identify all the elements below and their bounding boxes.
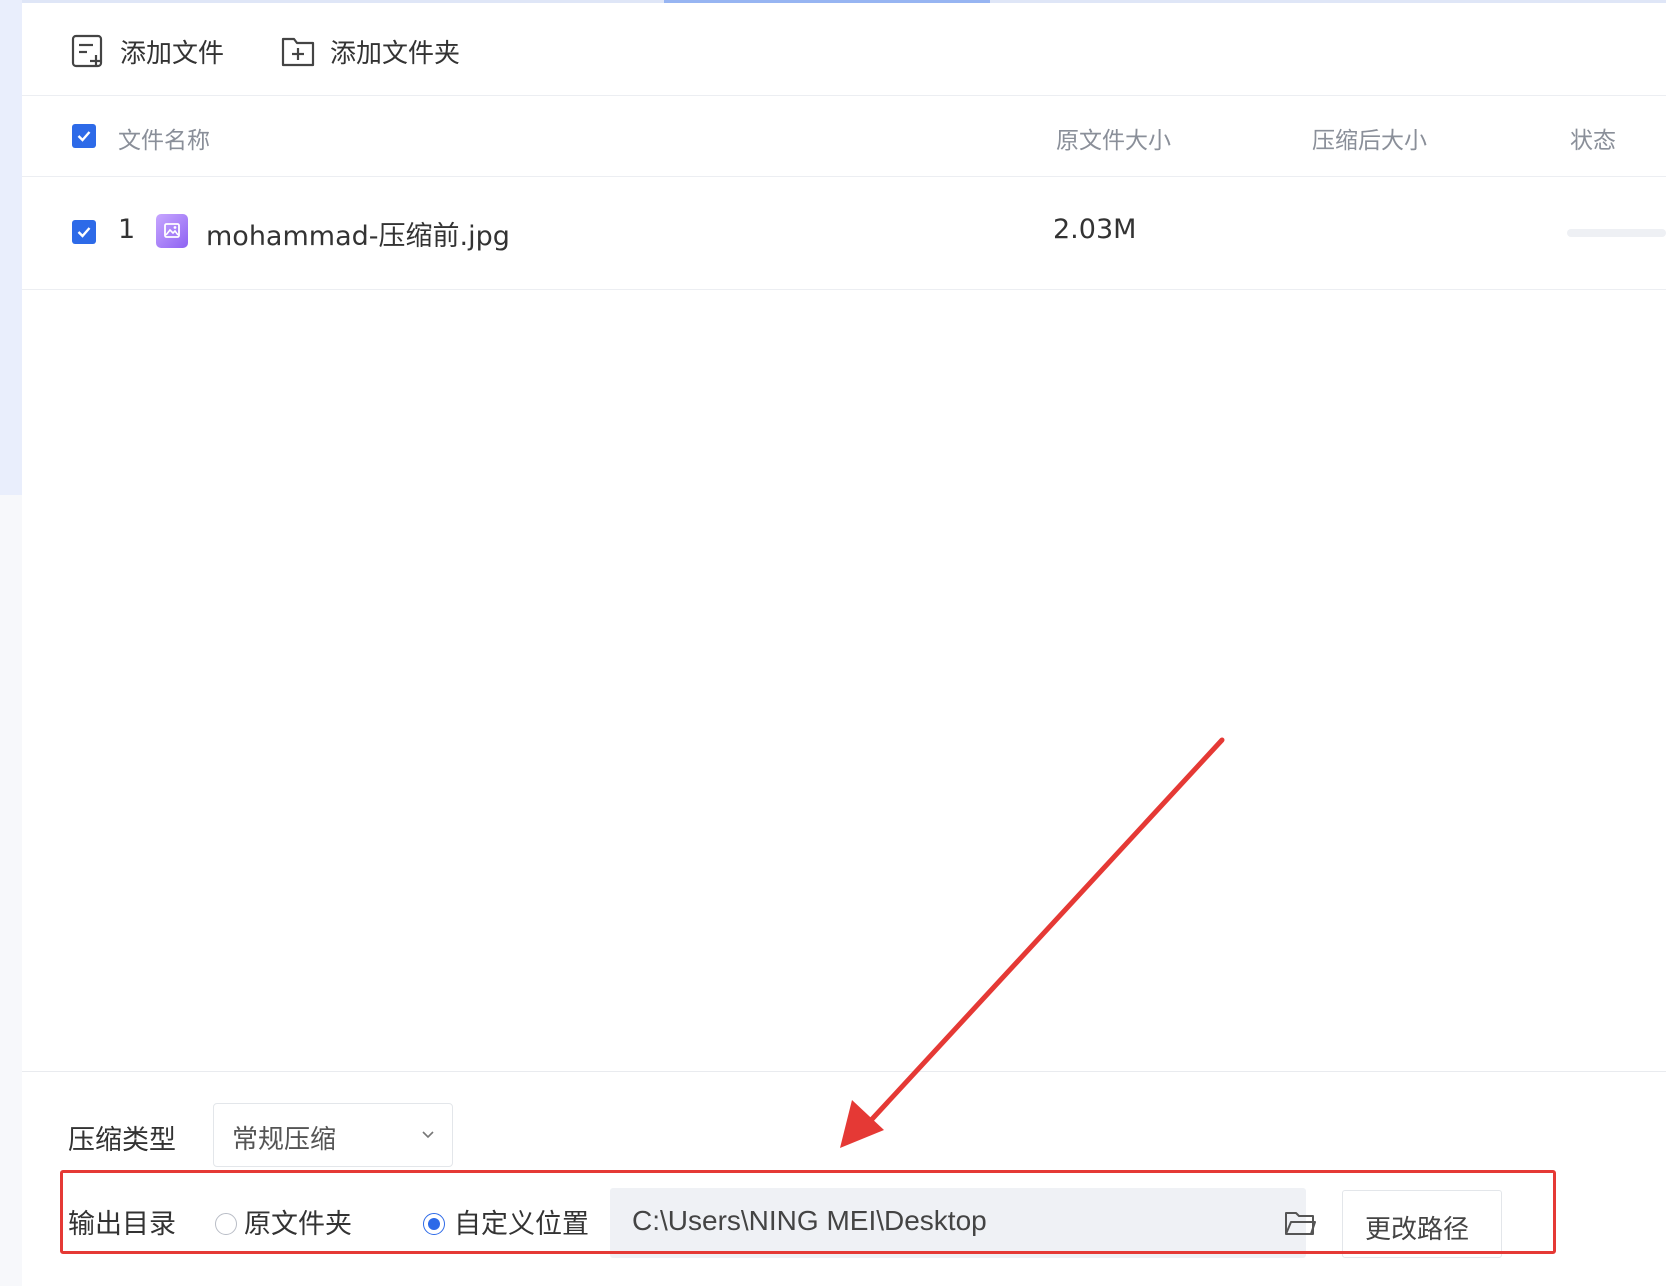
status-progress-bar	[1567, 229, 1666, 237]
change-path-label: 更改路径	[1365, 1215, 1470, 1245]
radio-custom-location[interactable]	[423, 1213, 445, 1235]
compression-type-label: 压缩类型	[68, 1125, 176, 1156]
compression-type-select[interactable]: 常规压缩	[213, 1103, 453, 1167]
check-icon	[77, 131, 91, 142]
column-header-original-size: 原文件大小	[1056, 128, 1171, 154]
output-path-value: C:\Users\NING MEI\Desktop	[632, 1205, 987, 1236]
add-folder-label: 添加文件夹	[330, 38, 461, 69]
folder-open-icon[interactable]	[1283, 1206, 1317, 1238]
row-checkbox[interactable]	[72, 220, 96, 244]
sidebar-edge-lower	[0, 495, 22, 1286]
image-file-icon	[156, 214, 188, 248]
column-header-name: 文件名称	[118, 128, 210, 154]
add-file-button[interactable]: 添加文件	[70, 27, 224, 75]
radio-original-folder[interactable]	[215, 1213, 237, 1235]
radio-custom-location-label[interactable]: 自定义位置	[454, 1202, 589, 1241]
column-header-compressed-size: 压缩后大小	[1312, 128, 1427, 154]
table-header: 文件名称 原文件大小 压缩后大小 状态	[22, 96, 1666, 177]
radio-original-folder-label[interactable]: 原文件夹	[244, 1202, 352, 1241]
select-all-checkbox[interactable]	[72, 124, 96, 148]
check-icon	[77, 227, 91, 238]
output-dir-label: 输出目录	[68, 1209, 176, 1240]
add-folder-icon	[281, 37, 315, 67]
options-panel: 压缩类型 常规压缩 输出目录 原文件夹 自定义位置 C:\Users\NING …	[22, 1071, 1666, 1287]
row-filename: mohammad-压缩前.jpg	[206, 221, 510, 252]
toolbar: 添加文件 添加文件夹	[22, 3, 1666, 96]
chevron-down-icon	[422, 1131, 434, 1139]
output-path-field[interactable]: C:\Users\NING MEI\Desktop	[610, 1188, 1306, 1258]
table-row[interactable]: 1 mohammad-压缩前.jpg 2.03M	[22, 177, 1666, 290]
add-folder-button[interactable]: 添加文件夹	[280, 27, 460, 75]
row-original-size: 2.03M	[1053, 214, 1137, 245]
change-path-button[interactable]: 更改路径	[1342, 1190, 1502, 1258]
column-header-status: 状态	[1570, 128, 1616, 154]
compression-type-value: 常规压缩	[232, 1125, 337, 1155]
row-index: 1	[118, 214, 136, 245]
add-file-icon	[71, 34, 103, 68]
sidebar-edge	[0, 0, 22, 495]
add-file-label: 添加文件	[120, 38, 225, 69]
